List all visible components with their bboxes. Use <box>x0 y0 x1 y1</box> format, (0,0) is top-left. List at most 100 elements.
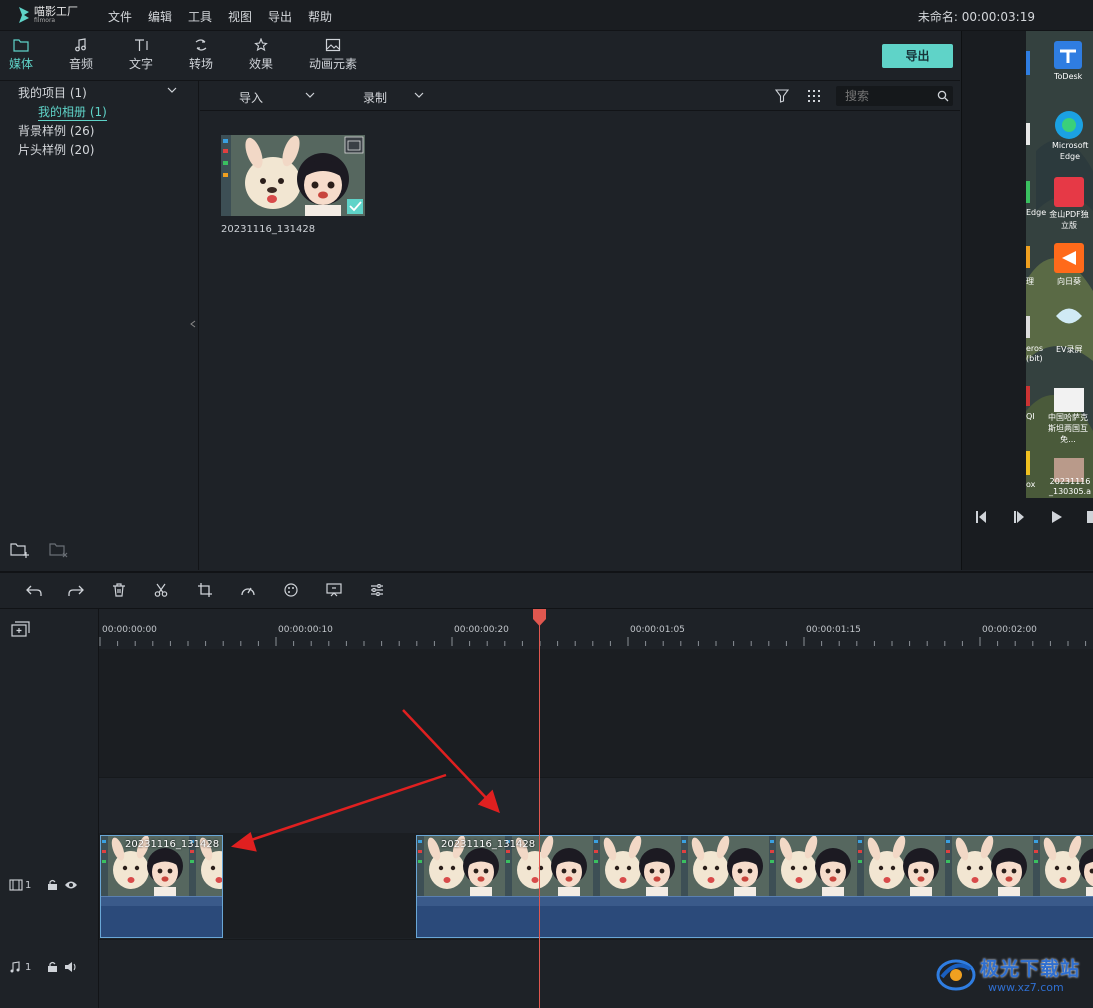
tree-intro-samples[interactable]: 片头样例 (20) <box>18 141 94 158</box>
play-icon[interactable] <box>1050 510 1064 524</box>
clip-frame-thumbnail <box>593 836 681 896</box>
tab-transition[interactable]: 转场 <box>176 38 226 72</box>
search-icon[interactable] <box>937 90 949 102</box>
undo-icon[interactable] <box>26 583 42 597</box>
ruler-label: 00:00:00:20 <box>454 625 509 635</box>
menu-export[interactable]: 导出 <box>268 8 292 25</box>
desktop-label-todesk: ToDesk <box>1054 72 1083 81</box>
clip-frame-thumbnail <box>1033 836 1093 896</box>
video-clip[interactable]: 20231116_131428 <box>100 835 223 938</box>
empty-track-area <box>99 777 1093 833</box>
watermark: 极光下载站 www.xz7.com <box>936 954 1080 994</box>
export-button[interactable]: 导出 <box>882 44 953 68</box>
clip-frame-thumbnail <box>769 836 857 896</box>
search-input[interactable] <box>836 86 931 106</box>
menu-file[interactable]: 文件 <box>108 8 132 25</box>
watermark-url: www.xz7.com <box>988 981 1064 994</box>
tab-text[interactable]: 文字 <box>116 38 166 72</box>
tab-effects[interactable]: 效果 <box>236 38 286 72</box>
menu-tools[interactable]: 工具 <box>188 8 212 25</box>
redo-icon[interactable] <box>68 583 84 597</box>
music-note-icon <box>75 38 86 52</box>
desktop-label-partial-li: 理 <box>1026 277 1034 286</box>
tab-media[interactable]: 媒体 <box>0 38 46 72</box>
adjust-icon[interactable] <box>370 583 384 597</box>
desktop-label-edge-partial: Edge <box>1026 208 1047 217</box>
tab-audio[interactable]: 音频 <box>56 38 106 72</box>
delete-folder-icon[interactable] <box>49 542 69 558</box>
tree-my-album[interactable]: 我的相册 (1) <box>38 103 107 121</box>
video-clip[interactable]: 20231116_131428 <box>416 835 1093 938</box>
playhead-line <box>539 619 540 1008</box>
volume-icon[interactable] <box>64 961 78 973</box>
watermark-logo-icon <box>936 959 976 991</box>
tab-transition-label: 转场 <box>188 57 213 71</box>
clip-audio-bar <box>101 896 222 906</box>
clip-frame-thumbnail <box>857 836 945 896</box>
media-thumbnail[interactable] <box>221 135 365 216</box>
clip-audio-bar <box>417 896 1093 906</box>
menu-view[interactable]: 视图 <box>228 8 252 25</box>
app-brand: 喵影工厂 <box>34 5 78 18</box>
collapse-panel-icon[interactable] <box>190 320 196 328</box>
desktop-label-doc: 中国哈萨克斯坦两国互免... <box>1048 413 1088 444</box>
audio-track-number: 1 <box>25 961 32 973</box>
chevron-down-icon[interactable] <box>167 87 177 94</box>
empty-track-area <box>99 649 1093 777</box>
step-forward-icon[interactable] <box>1012 510 1028 524</box>
filter-icon[interactable] <box>775 89 789 103</box>
desktop-label-partial-ox: ox <box>1026 480 1036 489</box>
video-track-header: 1 <box>9 879 78 891</box>
crop-icon[interactable] <box>198 583 212 597</box>
ruler-label: 00:00:00:00 <box>102 625 157 635</box>
thumbnail-image <box>221 135 365 216</box>
lock-icon[interactable] <box>47 961 58 973</box>
desktop-label-partial-ql: QI <box>1026 412 1035 421</box>
desktop-label-ev: EV录屏 <box>1056 345 1083 354</box>
tree-bg-samples[interactable]: 背景样例 (26) <box>18 122 94 139</box>
add-track-icon[interactable] <box>11 621 31 637</box>
watermark-title: 极光下载站 <box>980 958 1081 980</box>
record-dropdown-label[interactable]: 录制 <box>363 89 387 106</box>
desktop-label-edge: Microsoft Edge <box>1052 141 1089 161</box>
film-icon <box>9 879 23 891</box>
tab-text-label: 文字 <box>128 57 153 71</box>
tab-media-label: 媒体 <box>8 57 33 71</box>
tab-audio-label: 音频 <box>68 57 93 71</box>
preview-screen: ToDesk Microsoft Edge Edge 金山PDF独立版 向日葵 … <box>1026 31 1093 498</box>
audio-note-icon <box>10 961 20 973</box>
tab-elements[interactable]: 动画元素 <box>304 38 362 72</box>
step-back-icon[interactable] <box>974 510 990 524</box>
app-logo: 喵影工厂 filmora <box>18 6 78 24</box>
green-screen-icon[interactable] <box>326 583 342 597</box>
effects-icon <box>254 38 268 52</box>
scissors-icon[interactable] <box>154 583 168 597</box>
eye-icon[interactable] <box>64 880 78 890</box>
ruler-label: 00:00:02:00 <box>982 625 1037 635</box>
lock-icon[interactable] <box>47 879 58 891</box>
desktop-label-partial-eros: eros (bit) <box>1026 344 1044 363</box>
import-chevron-icon[interactable] <box>305 92 315 99</box>
delete-icon[interactable] <box>112 583 126 597</box>
app-brand-sub: filmora <box>34 17 56 24</box>
record-chevron-icon[interactable] <box>414 92 424 99</box>
color-icon[interactable] <box>284 583 298 597</box>
transition-icon <box>195 39 207 51</box>
grid-view-icon[interactable] <box>807 89 821 103</box>
new-folder-icon[interactable] <box>10 542 30 558</box>
import-dropdown-label[interactable]: 导入 <box>239 89 263 106</box>
text-icon <box>135 39 148 51</box>
tab-elements-label: 动画元素 <box>308 57 357 71</box>
menu-help[interactable]: 帮助 <box>308 8 332 25</box>
clip-frame-thumbnail <box>945 836 1033 896</box>
tree-my-project[interactable]: 我的项目 (1) <box>18 84 87 101</box>
menu-edit[interactable]: 编辑 <box>148 8 172 25</box>
time-ruler[interactable]: 00:00:00:00 00:00:00:10 00:00:00:20 00:0… <box>99 609 1093 649</box>
clip-name: 20231116_131428 <box>125 839 220 850</box>
playhead-handle[interactable] <box>533 609 546 626</box>
ruler-label: 00:00:01:05 <box>630 625 685 635</box>
stop-icon[interactable] <box>1086 510 1093 524</box>
folder-tree: 我的项目 (1) 我的相册 (1) 背景样例 (26) 片头样例 (20) <box>0 81 199 570</box>
speed-icon[interactable] <box>240 583 256 597</box>
ruler-label: 00:00:01:15 <box>806 625 861 635</box>
